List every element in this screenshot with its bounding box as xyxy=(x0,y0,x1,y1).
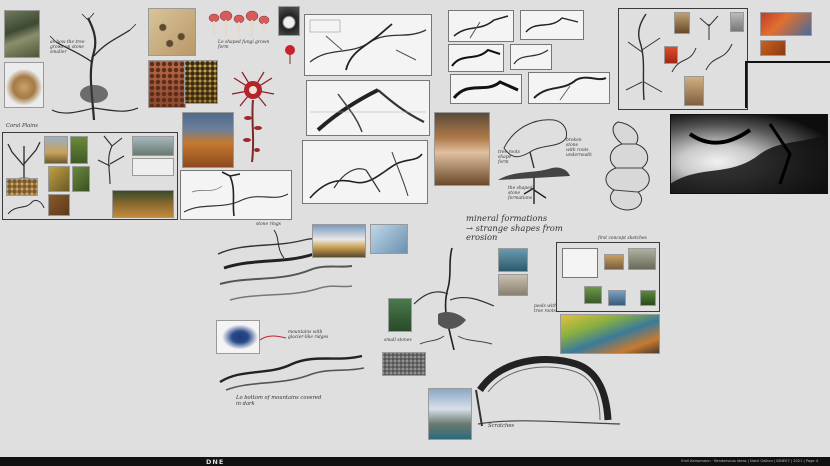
photo-red-canyon xyxy=(760,12,812,36)
sketch-ravine-roots xyxy=(183,171,289,217)
photo-green-moss xyxy=(72,166,90,192)
photo-coral-pores xyxy=(184,60,218,104)
photo-ice-blue xyxy=(370,224,408,254)
photo-pale-rock xyxy=(498,274,528,296)
note-stone-rings: stone rings xyxy=(256,222,281,227)
sketch-tangle xyxy=(309,151,423,199)
photo-coral-reef-sketch xyxy=(132,158,174,176)
sketch-stacked-rock xyxy=(605,121,650,211)
concept-sketch-1 xyxy=(562,248,598,278)
sketch-mineral-spire xyxy=(413,247,495,351)
photo-blue-pool xyxy=(498,248,528,272)
illustration-red-flower-small xyxy=(285,45,295,64)
sketch-top-right-figures xyxy=(671,43,733,73)
concept-photo-3 xyxy=(584,286,602,304)
photo-coastal-rocks xyxy=(428,388,472,440)
photo-brown-coral xyxy=(48,194,70,216)
sketch-coral-ground xyxy=(7,199,45,215)
photo-textured-stone xyxy=(382,352,426,376)
photo-green-figure xyxy=(388,298,412,332)
note-mountain-bottom: Lo bottom of mountains covered in dark xyxy=(236,395,322,407)
sketch-top-right-roots xyxy=(625,13,663,101)
note-tree-roots: tree roots shape form xyxy=(498,150,520,166)
illustration-red-spiky-plant xyxy=(231,71,275,163)
concept-photo-5 xyxy=(640,290,656,306)
photo-tree-bark xyxy=(4,10,40,58)
sketch-stone-arch xyxy=(475,356,621,427)
thumbnail-2-sketch xyxy=(525,17,579,33)
note-mushroom: Lo shaped fungi grown form xyxy=(218,40,270,51)
thumbnail-6-sketch xyxy=(533,76,607,101)
sketch-coral-branch xyxy=(97,135,125,185)
sketch-red-arrow xyxy=(259,335,287,341)
photo-orange-rock xyxy=(760,40,786,56)
note-pools: pools with tree roots xyxy=(534,304,557,315)
photo-desert-tree xyxy=(44,136,68,164)
photo-autumn-grass xyxy=(182,112,234,168)
sketch-roots-over-rocks xyxy=(309,19,427,71)
photo-coral-reef-small xyxy=(132,136,174,156)
photo-cave-red xyxy=(674,12,690,34)
photo-dark-fungus xyxy=(278,6,300,36)
photo-blue-bird xyxy=(216,320,260,354)
thumbnail-3-sketch xyxy=(451,48,501,67)
sketch-mountain-lower xyxy=(219,354,365,391)
photo-cheetah-texture xyxy=(148,8,196,56)
painting-dark-forest-shapes xyxy=(670,123,828,194)
concept-photo-4 xyxy=(608,290,626,306)
note-stone-shaped: the shaped stone formations xyxy=(508,186,533,202)
photo-yellow-lichen xyxy=(48,166,70,192)
title-mineral-formations: mineral formations → strange shapes from… xyxy=(466,213,563,243)
moodboard-canvas: as how the tree grows on stone smaller L… xyxy=(0,0,830,466)
photo-sponges xyxy=(6,178,38,196)
sketch-twisted-tree xyxy=(49,12,139,121)
photo-dried-root xyxy=(4,62,44,108)
thumbnail-1-sketch xyxy=(453,15,509,39)
photo-canyon-sunset xyxy=(434,112,490,186)
note-small-stones: small stones xyxy=(384,338,412,343)
painting-colorful-landscape xyxy=(560,314,660,354)
note-mountains-glacier: mountains with glacier-like ridges xyxy=(288,330,329,341)
thumbnail-5-sketch xyxy=(452,80,519,99)
title-coral-plains: Coral Plains xyxy=(6,123,38,129)
thumbnail-4-sketch xyxy=(513,49,549,65)
note-tree-grows: as how the tree grows on stone smaller xyxy=(50,40,85,56)
illustration-mushrooms xyxy=(208,10,270,37)
concept-photo-1 xyxy=(604,254,624,270)
photo-glacier-ridges xyxy=(312,224,366,258)
photo-forest-floor xyxy=(112,190,174,218)
footer-logo: DNE xyxy=(206,458,225,466)
footer-bar: DNE Emil Kampmann · Rendezvous Ideas | N… xyxy=(0,457,830,466)
dark-corner-frame xyxy=(745,61,830,108)
photo-green-coral xyxy=(70,136,88,164)
photo-honeycomb-rock xyxy=(148,60,186,108)
concept-photo-2 xyxy=(628,248,656,270)
sketch-dark-roots xyxy=(310,88,426,133)
note-broken-stone: broken stone with roots underneath xyxy=(566,138,592,159)
footer-credit: Emil Kampmann · Rendezvous Ideas | Nasir… xyxy=(681,458,818,463)
photo-desert-cliff xyxy=(684,76,704,106)
note-first-concept: first concept sketches xyxy=(598,236,647,241)
photo-gray-mist xyxy=(730,12,744,32)
note-arch: Scratches xyxy=(488,423,515,429)
